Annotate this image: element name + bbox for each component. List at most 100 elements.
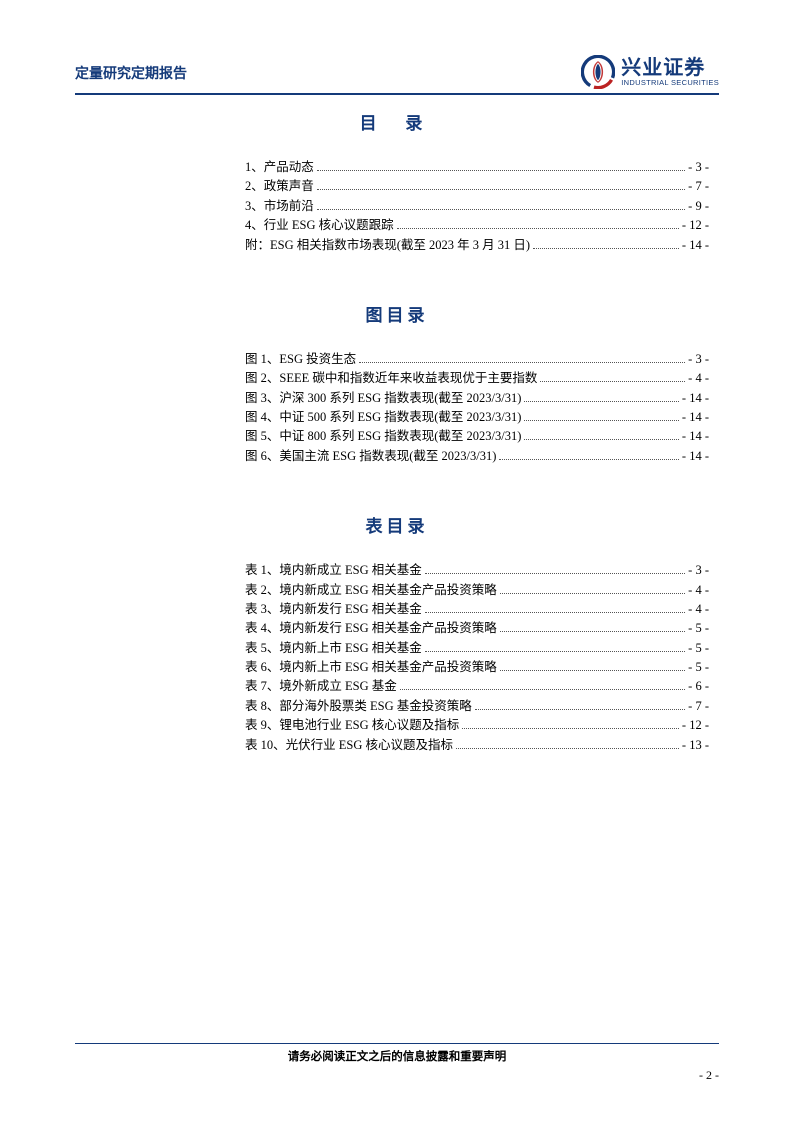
table-page: - 5 - xyxy=(688,639,709,658)
toc-leader-dots xyxy=(524,420,679,421)
toc-leader-dots xyxy=(540,381,685,382)
toc-page: - 14 - xyxy=(682,236,709,255)
toc-leader-dots xyxy=(456,748,679,749)
toc-item[interactable]: 附：ESG 相关指数市场表现(截至 2023 年 3 月 31 日) - 14 - xyxy=(245,236,709,255)
table-label: 表 2、境内新成立 ESG 相关基金产品投资策略 xyxy=(245,581,497,600)
table-item[interactable]: 表 4、境内新发行 ESG 相关基金产品投资策略 - 5 - xyxy=(245,619,709,638)
table-page: - 4 - xyxy=(688,581,709,600)
table-item[interactable]: 表 2、境内新成立 ESG 相关基金产品投资策略 - 4 - xyxy=(245,581,709,600)
toc-leader-dots xyxy=(499,459,679,460)
toc-page: - 7 - xyxy=(688,177,709,196)
toc-leader-dots xyxy=(317,170,685,171)
table-label: 表 7、境外新成立 ESG 基金 xyxy=(245,677,397,696)
page-footer: 请务必阅读正文之后的信息披露和重要声明 - 2 - xyxy=(75,1043,719,1083)
logo-swirl-icon xyxy=(581,55,615,89)
table-item[interactable]: 表 10、光伏行业 ESG 核心议题及指标 - 13 - xyxy=(245,736,709,755)
figure-item[interactable]: 图 4、中证 500 系列 ESG 指数表现(截至 2023/3/31) - 14… xyxy=(245,408,709,427)
table-label: 表 8、部分海外股票类 ESG 基金投资策略 xyxy=(245,697,472,716)
toc-label: 3、市场前沿 xyxy=(245,197,314,216)
header-divider xyxy=(75,93,719,95)
table-page: - 12 - xyxy=(682,716,709,735)
disclaimer-text: 请务必阅读正文之后的信息披露和重要声明 xyxy=(75,1048,719,1064)
toc-leader-dots xyxy=(524,401,679,402)
toc-leader-dots xyxy=(425,573,685,574)
toc-leader-dots xyxy=(475,709,685,710)
figure-page: - 14 - xyxy=(682,427,709,446)
toc-leader-dots xyxy=(524,439,679,440)
figure-page: - 14 - xyxy=(682,389,709,408)
table-page: - 4 - xyxy=(688,600,709,619)
figures-list: 图 1、ESG 投资生态 - 3 - 图 2、SEEE 碳中和指数近年来收益表现优… xyxy=(245,350,709,466)
toc-label: 4、行业 ESG 核心议题跟踪 xyxy=(245,216,394,235)
figure-label: 图 3、沪深 300 系列 ESG 指数表现(截至 2023/3/31) xyxy=(245,389,521,408)
logo-text: 兴业证券 INDUSTRIAL SECURITIES xyxy=(621,58,719,87)
figure-label: 图 2、SEEE 碳中和指数近年来收益表现优于主要指数 xyxy=(245,369,537,388)
table-item[interactable]: 表 7、境外新成立 ESG 基金 - 6 - xyxy=(245,677,709,696)
table-item[interactable]: 表 1、境内新成立 ESG 相关基金 - 3 - xyxy=(245,561,709,580)
toc-leader-dots xyxy=(400,689,685,690)
table-page: - 5 - xyxy=(688,658,709,677)
footer-divider xyxy=(75,1043,719,1044)
figure-item[interactable]: 图 5、中证 800 系列 ESG 指数表现(截至 2023/3/31) - 14… xyxy=(245,427,709,446)
toc-item[interactable]: 1、产品动态 - 3 - xyxy=(245,158,709,177)
toc-item[interactable]: 4、行业 ESG 核心议题跟踪 - 12 - xyxy=(245,216,709,235)
tables-heading: 表目录 xyxy=(75,512,719,537)
table-item[interactable]: 表 9、锂电池行业 ESG 核心议题及指标 - 12 - xyxy=(245,716,709,735)
table-page: - 6 - xyxy=(688,677,709,696)
figure-page: - 3 - xyxy=(688,350,709,369)
tables-list: 表 1、境内新成立 ESG 相关基金 - 3 - 表 2、境内新成立 ESG 相关… xyxy=(245,561,709,755)
figure-label: 图 6、美国主流 ESG 指数表现(截至 2023/3/31) xyxy=(245,447,496,466)
figure-item[interactable]: 图 6、美国主流 ESG 指数表现(截至 2023/3/31) - 14 - xyxy=(245,447,709,466)
figure-label: 图 1、ESG 投资生态 xyxy=(245,350,356,369)
table-label: 表 4、境内新发行 ESG 相关基金产品投资策略 xyxy=(245,619,497,638)
figure-label: 图 5、中证 800 系列 ESG 指数表现(截至 2023/3/31) xyxy=(245,427,521,446)
table-label: 表 9、锂电池行业 ESG 核心议题及指标 xyxy=(245,716,459,735)
header: 定量研究定期报告 兴业证券 INDUSTRIAL SECURITIES xyxy=(75,55,719,89)
toc-item[interactable]: 2、政策声音 - 7 - xyxy=(245,177,709,196)
table-label: 表 10、光伏行业 ESG 核心议题及指标 xyxy=(245,736,453,755)
toc-leader-dots xyxy=(425,612,685,613)
page-number: - 2 - xyxy=(75,1068,719,1083)
table-item[interactable]: 表 3、境内新发行 ESG 相关基金 - 4 - xyxy=(245,600,709,619)
table-item[interactable]: 表 5、境内新上市 ESG 相关基金 - 5 - xyxy=(245,639,709,658)
figure-page: - 14 - xyxy=(682,408,709,427)
toc-leader-dots xyxy=(425,651,685,652)
toc-leader-dots xyxy=(359,362,685,363)
toc-page: - 3 - xyxy=(688,158,709,177)
figure-item[interactable]: 图 1、ESG 投资生态 - 3 - xyxy=(245,350,709,369)
table-page: - 7 - xyxy=(688,697,709,716)
toc-heading: 目 录 xyxy=(75,109,719,134)
logo-english: INDUSTRIAL SECURITIES xyxy=(621,79,719,87)
figures-heading: 图目录 xyxy=(75,301,719,326)
toc-item[interactable]: 3、市场前沿 - 9 - xyxy=(245,197,709,216)
table-label: 表 5、境内新上市 ESG 相关基金 xyxy=(245,639,422,658)
toc-leader-dots xyxy=(533,248,679,249)
table-item[interactable]: 表 6、境内新上市 ESG 相关基金产品投资策略 - 5 - xyxy=(245,658,709,677)
toc-page: - 12 - xyxy=(682,216,709,235)
table-label: 表 3、境内新发行 ESG 相关基金 xyxy=(245,600,422,619)
toc-list: 1、产品动态 - 3 - 2、政策声音 - 7 - 3、市场前沿 - 9 - 4、行业… xyxy=(245,158,709,255)
company-logo: 兴业证券 INDUSTRIAL SECURITIES xyxy=(581,55,719,89)
table-label: 表 1、境内新成立 ESG 相关基金 xyxy=(245,561,422,580)
table-item[interactable]: 表 8、部分海外股票类 ESG 基金投资策略 - 7 - xyxy=(245,697,709,716)
table-page: - 3 - xyxy=(688,561,709,580)
toc-leader-dots xyxy=(397,228,679,229)
toc-label: 1、产品动态 xyxy=(245,158,314,177)
table-page: - 5 - xyxy=(688,619,709,638)
table-page: - 13 - xyxy=(682,736,709,755)
toc-page: - 9 - xyxy=(688,197,709,216)
toc-leader-dots xyxy=(317,189,685,190)
toc-leader-dots xyxy=(500,670,685,671)
table-label: 表 6、境内新上市 ESG 相关基金产品投资策略 xyxy=(245,658,497,677)
figure-page: - 4 - xyxy=(688,369,709,388)
figure-page: - 14 - xyxy=(682,447,709,466)
figure-label: 图 4、中证 500 系列 ESG 指数表现(截至 2023/3/31) xyxy=(245,408,521,427)
logo-chinese: 兴业证券 xyxy=(621,58,719,79)
toc-leader-dots xyxy=(462,728,679,729)
figure-item[interactable]: 图 2、SEEE 碳中和指数近年来收益表现优于主要指数 - 4 - xyxy=(245,369,709,388)
toc-leader-dots xyxy=(500,631,685,632)
toc-leader-dots xyxy=(317,209,685,210)
toc-label: 附：ESG 相关指数市场表现(截至 2023 年 3 月 31 日) xyxy=(245,236,530,255)
figure-item[interactable]: 图 3、沪深 300 系列 ESG 指数表现(截至 2023/3/31) - 14… xyxy=(245,389,709,408)
toc-label: 2、政策声音 xyxy=(245,177,314,196)
